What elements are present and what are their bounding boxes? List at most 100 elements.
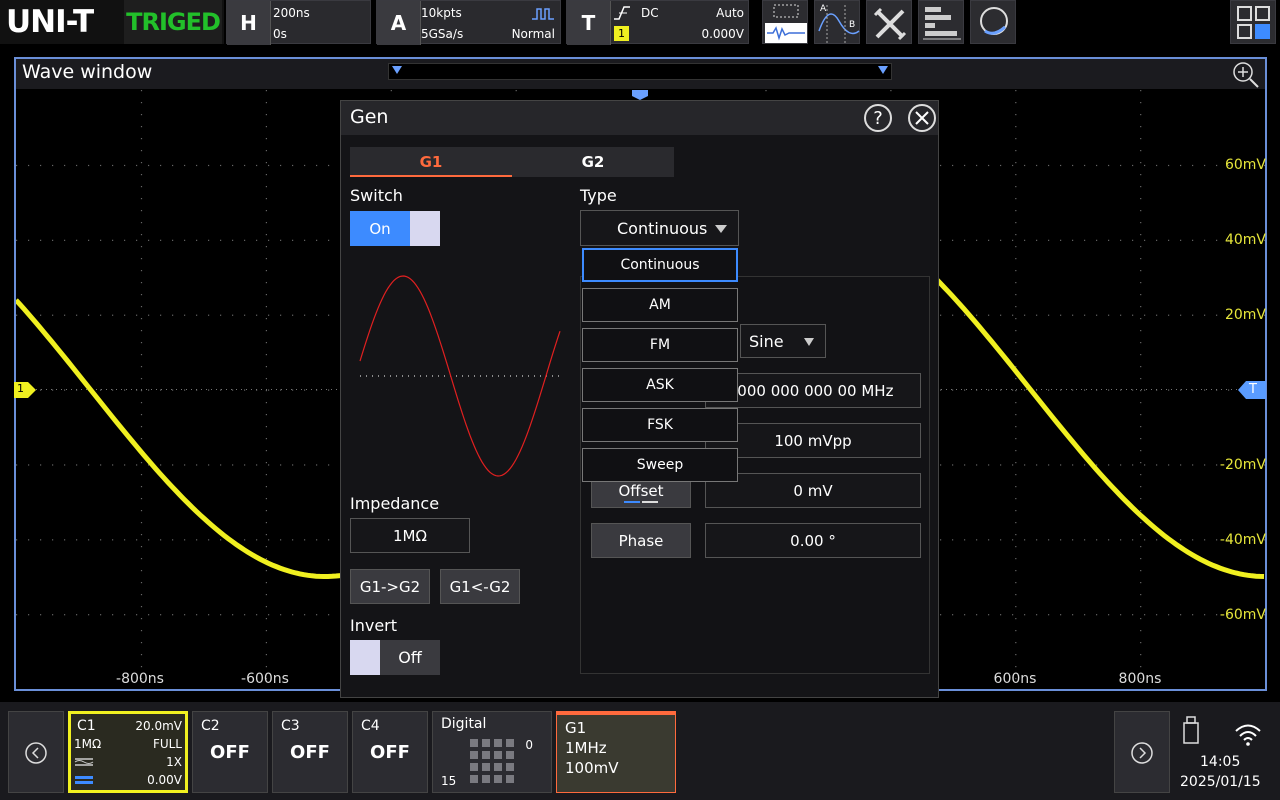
switch-label: Switch [350, 186, 403, 205]
impedance-select[interactable]: 1MΩ [350, 518, 470, 553]
help-icon[interactable]: ? [864, 104, 892, 132]
svg-text:A: A [820, 4, 827, 14]
app-menu-button[interactable] [1230, 0, 1276, 44]
c3-state: OFF [290, 742, 330, 763]
gen-dialog-header [341, 101, 938, 135]
horizontal-panel[interactable]: H 200ns 0s [226, 0, 371, 45]
digital-low-index: 15 [441, 774, 457, 788]
digital-channels[interactable]: Digital 0 15 [432, 711, 552, 793]
offset-indicator-2 [642, 501, 658, 503]
phase-field[interactable]: 0.00 ° [705, 523, 921, 558]
acquire-mode: Normal [511, 27, 555, 41]
type-select[interactable]: Continuous [580, 210, 739, 246]
copy-g1-to-g2-button[interactable]: G1->G2 [350, 569, 430, 604]
cursor-measure-icon: A B [818, 4, 860, 43]
c1-scale: 20.0mV [135, 719, 182, 733]
waveform-select[interactable]: Sine [740, 324, 826, 358]
tab-g1[interactable]: G1 [350, 147, 512, 177]
memory-depth: 10kpts [421, 6, 462, 20]
search-icon [980, 7, 1008, 35]
switch-on-state: On [350, 211, 410, 246]
type-selected-value: Continuous [617, 218, 708, 238]
switch-toggle[interactable]: On [350, 211, 440, 246]
c3-name: C3 [281, 718, 300, 734]
copy-g2-to-g1-button[interactable]: G1<-G2 [440, 569, 520, 604]
channel-c3[interactable]: C3 OFF [272, 711, 348, 793]
right-marker-icon [878, 66, 888, 74]
trigger-panel[interactable]: T DC Auto 1 0.000V [566, 0, 749, 45]
phase-button[interactable]: Phase [591, 523, 691, 558]
y-tick-label: -20mV [1219, 457, 1266, 473]
invert-label: Invert [350, 616, 398, 635]
generator-g1[interactable]: G1 1MHz 100mV [556, 711, 676, 793]
type-option-am[interactable]: AM [582, 288, 738, 322]
wifi-icon[interactable] [1234, 722, 1262, 746]
invert-knob [350, 640, 380, 675]
usb-drive-icon[interactable] [1182, 716, 1204, 746]
y-tick-label: 60mV [1224, 157, 1266, 173]
search-button[interactable] [970, 0, 1016, 44]
tools-button[interactable] [866, 0, 912, 44]
trigger-key[interactable]: T [567, 1, 611, 45]
x-tick-label: 800ns [1118, 671, 1162, 687]
type-option-fm[interactable]: FM [582, 328, 738, 362]
channel-c1[interactable]: C1 20.0mV 1MΩ FULL 1X 0.00V [68, 711, 188, 793]
tab-g2[interactable]: G2 [512, 147, 674, 177]
coupling-icon [74, 758, 94, 766]
bandwidth-limit-icon [75, 776, 93, 784]
c2-state: OFF [210, 742, 250, 763]
y-tick-label: -40mV [1219, 532, 1266, 548]
zoom-in-icon[interactable] [1230, 59, 1260, 89]
digital-name: Digital [441, 716, 487, 732]
acquire-panel[interactable]: A 10kpts 5GSa/s Normal [376, 0, 561, 45]
trigger-source-badge: 1 [614, 26, 629, 41]
svg-text:B: B [849, 20, 855, 30]
ch1-level-marker[interactable]: 1 [14, 382, 36, 398]
type-option-ask[interactable]: ASK [582, 368, 738, 402]
memory-position-bar[interactable] [388, 63, 892, 80]
uni-t-logo: UNI-T TRIGED [0, 0, 224, 44]
g1-name: G1 [565, 719, 587, 737]
tools-icon [873, 7, 907, 41]
trigger-position-marker [632, 90, 648, 100]
measure-button[interactable] [918, 0, 964, 44]
chevron-left-icon [25, 742, 47, 764]
horizontal-key[interactable]: H [227, 1, 271, 45]
grid-menu-icon [1237, 6, 1270, 39]
trigger-coupling: DC [641, 6, 659, 20]
impedance-label: Impedance [350, 494, 440, 513]
acquire-key[interactable]: A [377, 1, 421, 45]
gen-dialog-title: Gen [350, 106, 389, 128]
g1-amplitude: 100mV [565, 759, 619, 777]
channel-c2[interactable]: C2 OFF [192, 711, 268, 793]
brand-text: UNI-T [6, 4, 94, 40]
chevron-down-icon [804, 338, 814, 346]
type-option-continuous[interactable]: Continuous [582, 248, 738, 282]
wave-window-title: Wave window [22, 61, 153, 83]
trigger-level-marker[interactable]: T [1238, 381, 1266, 399]
type-label: Type [580, 186, 617, 205]
scroll-right-button[interactable] [1114, 711, 1170, 793]
x-tick-label: -800ns [116, 671, 164, 687]
c1-offset: 0.00V [147, 773, 182, 787]
chevron-down-icon [715, 225, 727, 233]
generator-tabs: G1 G2 [350, 147, 674, 177]
y-tick-label: 20mV [1224, 307, 1266, 323]
invert-toggle[interactable]: Off [350, 640, 440, 675]
digital-high-index: 0 [525, 738, 533, 752]
trigger-status[interactable]: TRIGED [124, 0, 222, 44]
clock-date: 2025/01/15 [1180, 774, 1261, 790]
trigger-level: 0.000V [701, 27, 744, 41]
c1-name: C1 [77, 718, 96, 734]
type-option-fsk[interactable]: FSK [582, 408, 738, 442]
type-option-sweep[interactable]: Sweep [582, 448, 738, 482]
x-tick-label: -600ns [241, 671, 289, 687]
close-icon[interactable] [908, 104, 936, 132]
invert-off-state: Off [398, 648, 422, 667]
waveform-value: Sine [749, 331, 784, 351]
scroll-left-button[interactable] [8, 711, 64, 793]
trigger-mode: Auto [716, 6, 744, 20]
cursor-button[interactable]: A B [814, 0, 860, 44]
wave-select-button[interactable] [762, 0, 808, 44]
channel-c4[interactable]: C4 OFF [352, 711, 428, 793]
